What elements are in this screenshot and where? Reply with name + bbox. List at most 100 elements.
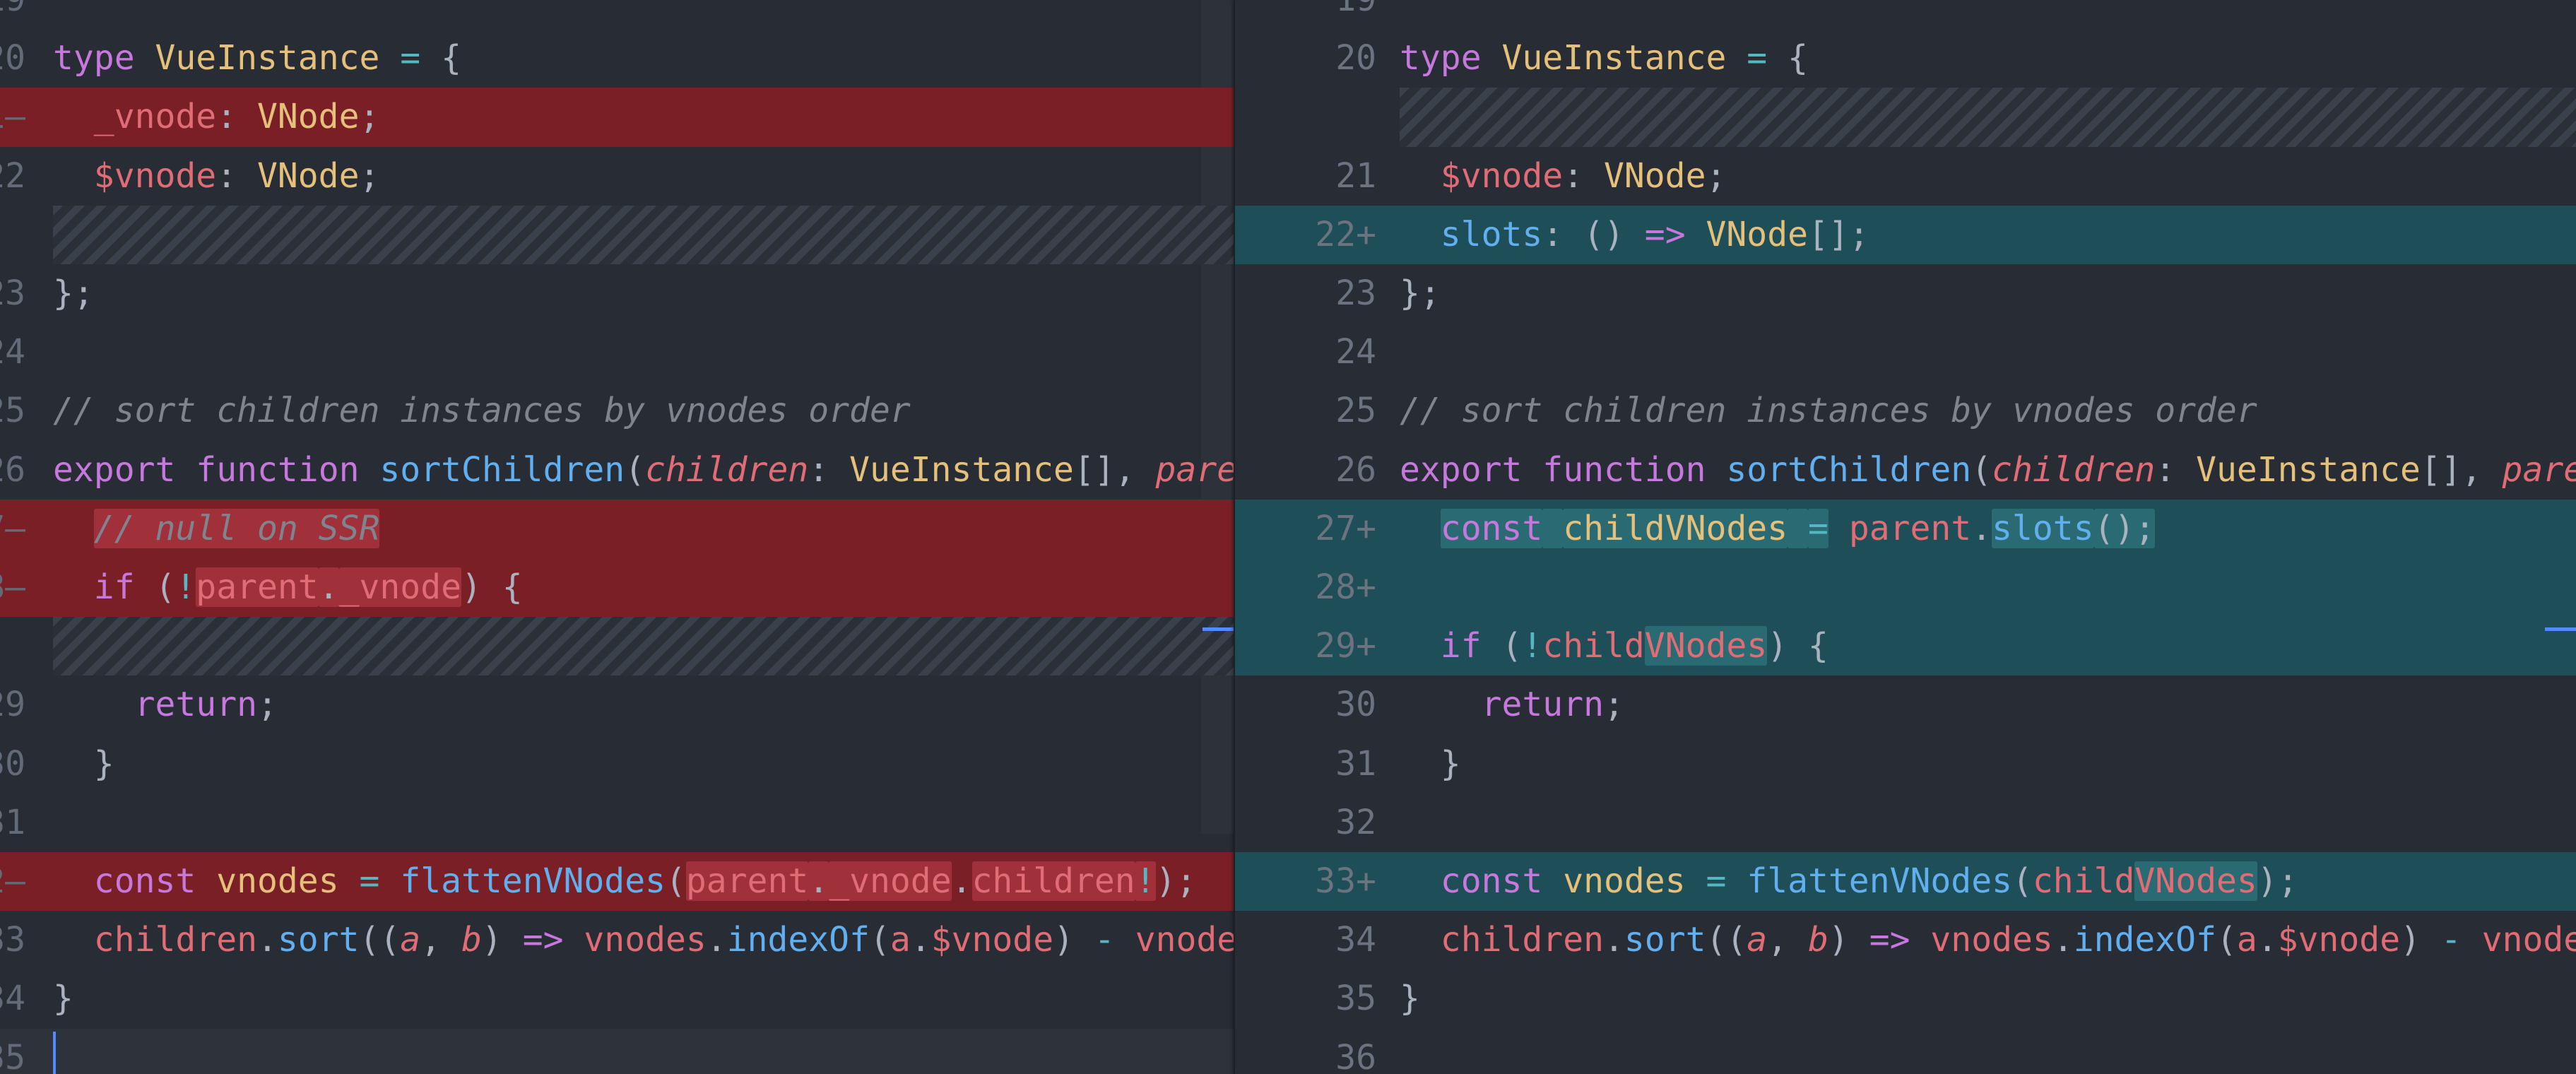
code-token: a	[890, 920, 911, 960]
code-line[interactable]: 20 type VueInstance = {	[0, 29, 1234, 88]
changed-token: // null on SSR	[93, 508, 380, 548]
code-token: children	[645, 449, 809, 490]
code-line[interactable]: 19	[1235, 0, 2576, 29]
code-line[interactable]: 28+	[1235, 558, 2576, 618]
code-token: :	[2155, 449, 2197, 490]
line-number: 33	[0, 911, 25, 969]
added-marker: +	[1356, 508, 1376, 548]
code-token: {	[420, 38, 461, 78]
code-line[interactable]: 29 return;	[0, 675, 1234, 734]
changed-token: _vnode	[829, 861, 952, 901]
line-number: 24	[0, 323, 25, 382]
code-token: children	[93, 920, 257, 960]
code-token: export	[1400, 449, 1523, 490]
code-line[interactable]: 24	[1235, 323, 2576, 382]
code-line[interactable]: 27+ const childVNodes = parent.slots();	[1235, 499, 2576, 558]
code-line[interactable]: 30 return;	[1235, 675, 2576, 734]
code-text: $vnode: VNode;	[1400, 147, 1727, 206]
code-token: : ()	[1542, 214, 1645, 254]
code-token: {	[1767, 38, 1808, 78]
code-line[interactable]: 36	[1235, 1029, 2576, 1074]
code-line[interactable]: 31	[0, 793, 1234, 852]
code-token: if	[93, 567, 135, 607]
code-line[interactable]: 26 export function sortChildren(children:…	[0, 441, 1234, 500]
line-number: 19	[1235, 0, 1376, 29]
code-token: }	[1400, 743, 1461, 784]
changed-token	[1788, 508, 1808, 548]
code-line[interactable]: 33 children.sort((a, b) => vnodes.indexO…	[0, 911, 1234, 969]
line-number: 23	[1235, 264, 1376, 323]
line-number-text: 23	[0, 273, 25, 313]
removed-marker: —	[5, 567, 25, 607]
overview-ruler-marker	[1203, 627, 1234, 631]
code-line[interactable]: 22 $vnode: VNode;	[0, 147, 1234, 206]
code-line[interactable]: 25 // sort children instances by vnodes o…	[0, 382, 1234, 440]
code-line[interactable]: 21 $vnode: VNode;	[1235, 147, 2576, 206]
code-token: )	[2400, 920, 2441, 960]
code-token: return	[1481, 685, 1604, 725]
code-line[interactable]: 20 type VueInstance = {	[1235, 29, 2576, 88]
code-token: parent	[1848, 508, 1972, 548]
line-number: 26	[1235, 441, 1376, 500]
line-number: 29	[0, 675, 25, 734]
code-token: (	[1481, 626, 1523, 666]
code-token: =	[359, 861, 380, 901]
code-line[interactable]: 35}	[1235, 969, 2576, 1028]
line-number-text: 25	[0, 391, 25, 431]
code-token: $vnode	[93, 155, 217, 196]
code-token: (	[2012, 861, 2033, 901]
code-line[interactable]: 27— // null on SSR	[0, 499, 1234, 558]
code-token: sort	[277, 920, 360, 960]
changed-token: ();	[2093, 508, 2156, 548]
code-text: };	[53, 264, 94, 323]
diff-pane-modified[interactable]: 1920type VueInstance = { 21 $vnode: VNode…	[1235, 0, 2576, 1074]
code-line[interactable]: 21— _vnode: VNode;	[0, 88, 1234, 147]
code-text: type VueInstance = {	[53, 29, 461, 88]
removed-marker: —	[5, 508, 25, 548]
changed-token: children	[971, 861, 1135, 901]
changed-token: const	[1440, 508, 1543, 548]
code-line[interactable]: 19	[0, 0, 1234, 29]
line-number: 23	[0, 264, 25, 323]
line-number-text: 26	[1335, 449, 1376, 490]
code-line[interactable]: 25 // sort children instances by vnodes o…	[1235, 382, 2576, 440]
code-line[interactable]: 32	[1235, 793, 2576, 852]
code-line[interactable]: 22+ slots: () => VNode[];	[1235, 205, 2576, 264]
code-token: child	[1542, 626, 1645, 666]
code-line[interactable]: 34}	[0, 969, 1234, 1028]
added-marker: +	[1356, 214, 1376, 254]
code-token: vnodes	[584, 920, 707, 960]
code-token: // sort children instances by vnodes ord…	[53, 391, 911, 431]
line-number-text: 30	[0, 743, 25, 784]
code-token: parent	[2502, 449, 2576, 490]
code-line[interactable]: 29+ if (!childVNodes) {	[1235, 617, 2576, 676]
code-line[interactable]: 26 export function sortChildren(children:…	[1235, 441, 2576, 500]
code-line[interactable]: 33+ const vnodes = flattenVNodes(childVN…	[1235, 852, 2576, 911]
code-token: a	[2236, 920, 2257, 960]
code-text: _vnode: VNode;	[53, 88, 380, 146]
code-token: slots	[1440, 214, 1543, 254]
line-number-text: 19	[0, 0, 25, 19]
code-token: .	[2052, 920, 2074, 960]
code-line[interactable]: 28— if (!parent._vnode) {	[0, 558, 1234, 618]
line-number: 35	[0, 1029, 25, 1074]
code-line[interactable]: 35	[0, 1028, 1234, 1074]
code-line[interactable]: 23};	[0, 264, 1234, 323]
code-line[interactable]: 32— const vnodes = flattenVNodes(parent.…	[0, 852, 1234, 911]
code-line[interactable]: 23};	[1235, 264, 2576, 323]
code-text: children.sort((a, b) => vnodes.indexOf(a…	[1400, 911, 2576, 969]
diff-pane-original[interactable]: 19 20type VueInstance = {21— _vnode: VNod…	[0, 0, 1234, 1074]
code-line[interactable]: 31 }	[1235, 735, 2576, 793]
code-token: ,	[1767, 920, 1808, 960]
code-line[interactable]: 24	[0, 323, 1234, 382]
code-line[interactable]: 30 }	[0, 735, 1234, 793]
code-line[interactable]: 34 children.sort((a, b) => vnodes.indexO…	[1235, 911, 2576, 969]
